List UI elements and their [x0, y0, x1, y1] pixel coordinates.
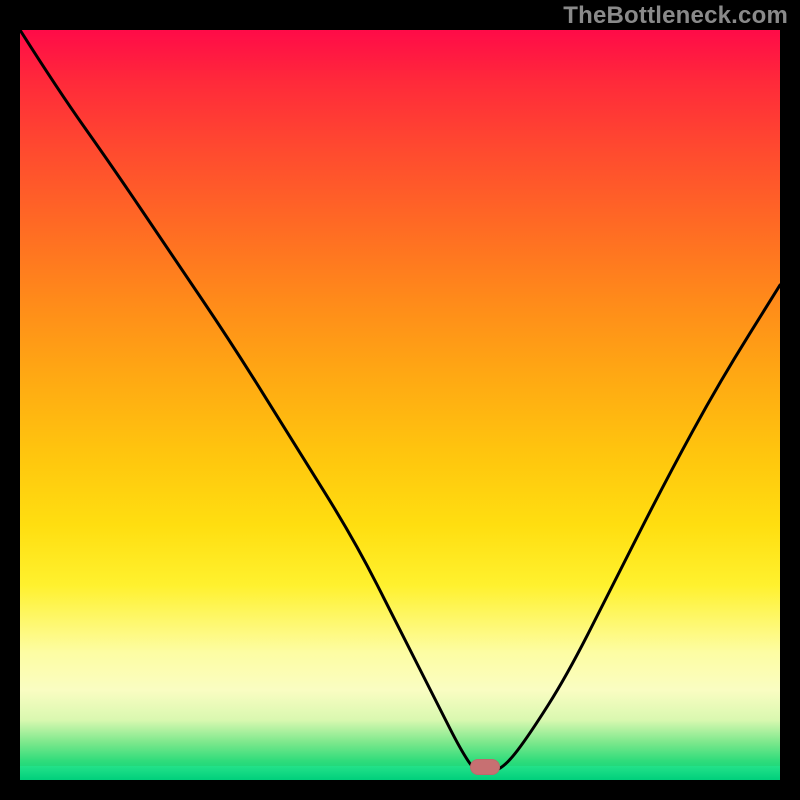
watermark-text: TheBottleneck.com: [563, 2, 788, 30]
chart-plot-area: [20, 30, 780, 780]
bottleneck-curve: [20, 30, 780, 780]
bottleneck-marker: [470, 759, 500, 775]
